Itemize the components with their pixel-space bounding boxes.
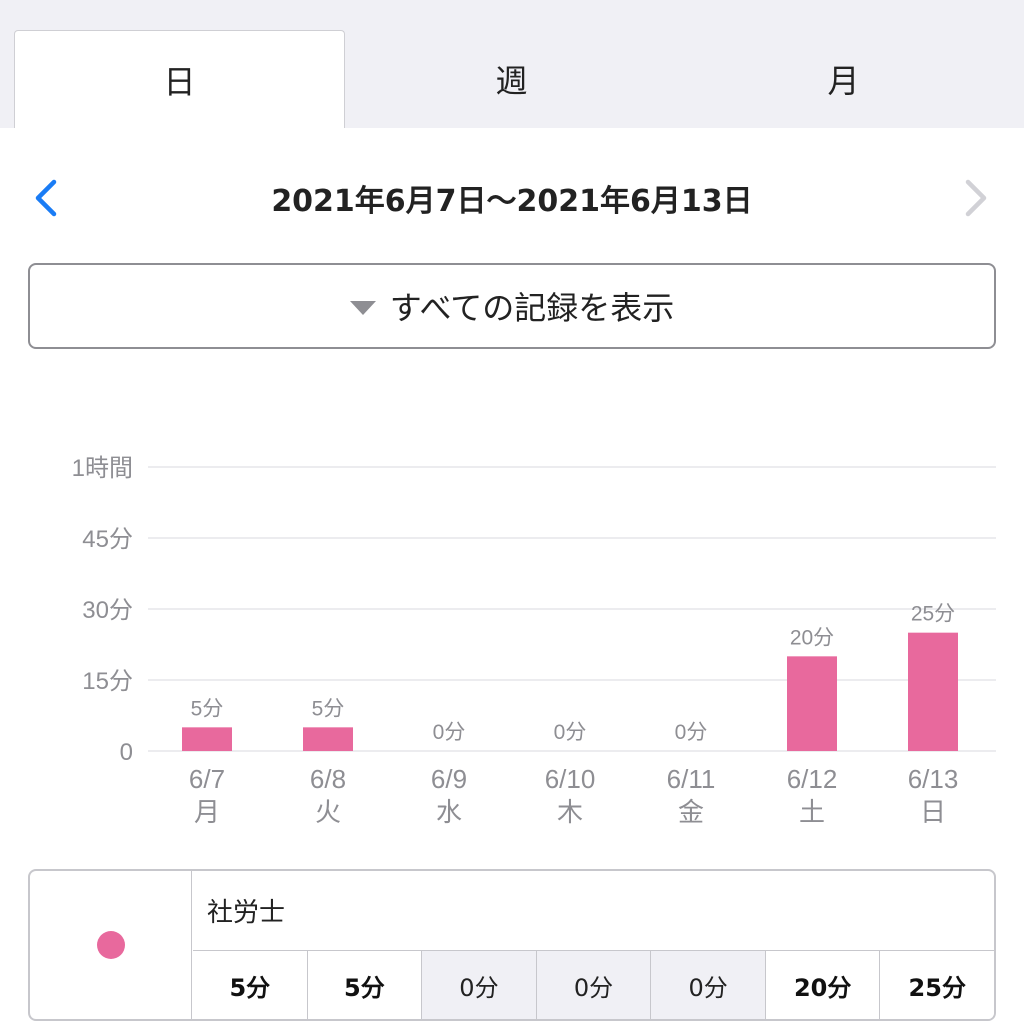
y-tick-label: 1時間 xyxy=(72,455,133,482)
legend-table: 社労士 5分 5分 0分 0分 0分 20分 25分 xyxy=(28,869,996,1021)
y-tick-label: 15分 xyxy=(82,668,133,695)
bar-value-label: 20分 xyxy=(790,626,834,649)
legend-values-row: 5分 5分 0分 0分 0分 20分 25分 xyxy=(193,951,994,1019)
bar-value-label: 5分 xyxy=(312,697,345,720)
legend-value-cell: 25分 xyxy=(879,951,994,1019)
x-tick-date-label: 6/8 xyxy=(310,764,346,794)
x-tick-weekday-label: 火 xyxy=(315,797,341,827)
tab-day[interactable]: 日 xyxy=(14,30,345,128)
daily-study-time-bar-chart: 0 15分 30分 45分 1時間 5分 6/7月 5分 6/8火 0分 6/9水 0分 6/10木 0分… xyxy=(72,455,996,827)
previous-range-button[interactable] xyxy=(26,174,66,222)
x-tick-date-label: 6/11 xyxy=(667,764,716,794)
x-tick-weekday-label: 木 xyxy=(557,797,583,827)
bar-value-label: 0分 xyxy=(554,721,587,744)
x-tick-weekday-label: 日 xyxy=(920,797,946,827)
legend-value-cell: 0分 xyxy=(650,951,765,1019)
triangle-down-icon xyxy=(349,301,376,315)
date-range-navigator: 2021年6月7日〜2021年6月13日 xyxy=(0,160,1024,236)
legend-value-cell: 0分 xyxy=(421,951,536,1019)
x-tick-date-label: 6/9 xyxy=(431,764,467,794)
y-tick-label: 0 xyxy=(120,739,133,766)
x-tick-weekday-label: 土 xyxy=(799,797,825,827)
bar xyxy=(182,727,232,751)
legend-value-cell: 0分 xyxy=(535,951,651,1019)
tab-week[interactable]: 週 xyxy=(346,30,677,128)
legend-value-cell: 5分 xyxy=(193,951,307,1019)
bar xyxy=(787,656,837,751)
next-range-button[interactable] xyxy=(956,174,996,222)
bar-value-label: 5分 xyxy=(191,697,224,720)
chevron-right-icon xyxy=(965,179,987,217)
record-filter-dropdown[interactable]: すべての記録を表示 xyxy=(28,263,996,349)
date-range-title: 2021年6月7日〜2021年6月13日 xyxy=(271,184,753,219)
legend-value-cell: 5分 xyxy=(306,951,422,1019)
bar-value-label: 25分 xyxy=(911,603,955,626)
legend-color-dot xyxy=(96,931,125,959)
legend-value-cell: 20分 xyxy=(764,951,880,1019)
x-tick-weekday-label: 水 xyxy=(436,797,462,827)
x-tick-date-label: 6/13 xyxy=(908,764,959,794)
bar xyxy=(303,727,353,751)
x-tick-weekday-label: 金 xyxy=(678,797,704,827)
bar-value-label: 0分 xyxy=(433,721,466,744)
y-tick-label: 30分 xyxy=(82,597,133,624)
chevron-left-icon xyxy=(35,179,57,217)
y-tick-label: 45分 xyxy=(82,526,133,553)
x-tick-date-label: 6/10 xyxy=(545,764,596,794)
tab-month[interactable]: 月 xyxy=(678,30,1009,128)
legend-swatch-cell xyxy=(30,871,192,1019)
bar xyxy=(908,632,958,751)
record-filter-label: すべての記録を表示 xyxy=(389,289,675,327)
x-tick-date-label: 6/7 xyxy=(189,764,225,794)
legend-series-name: 社労士 xyxy=(193,871,994,951)
bar-value-label: 0分 xyxy=(675,721,708,744)
x-tick-weekday-label: 月 xyxy=(194,797,220,827)
period-tab-bar: 日 週 月 xyxy=(0,0,1024,128)
x-tick-date-label: 6/12 xyxy=(787,764,838,794)
